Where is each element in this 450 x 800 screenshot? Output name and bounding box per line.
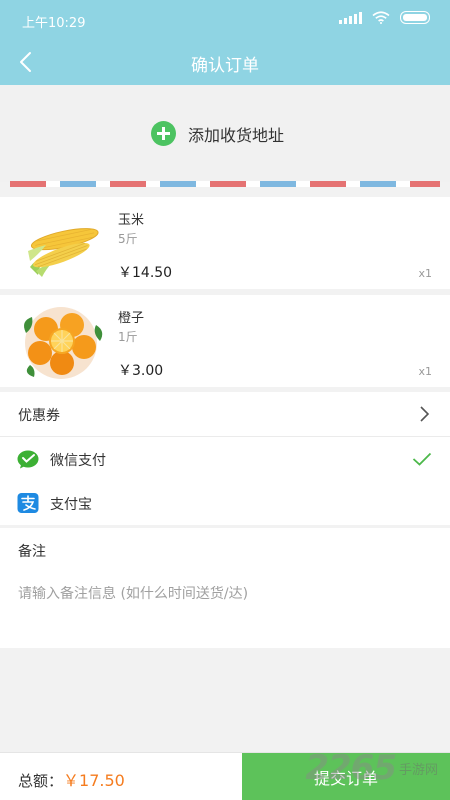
submit-order-button[interactable]: 提交订单 [242, 753, 450, 800]
total-label: 总额： [18, 772, 64, 790]
wechat-pay-icon [17, 450, 39, 469]
signal-icon [339, 11, 362, 24]
product-name: 玉米 [118, 213, 145, 228]
bottom-bar: 总额：￥17.50 提交订单 [0, 752, 450, 800]
product-item[interactable]: 玉米 5斤 ￥14.50 x1 [0, 197, 450, 289]
remark-row: 备注 [0, 528, 450, 572]
nav-bar: 确认订单 [0, 40, 450, 85]
payment-label: 微信支付 [50, 453, 106, 469]
add-address-button[interactable]: 添加收货地址 [151, 121, 284, 146]
battery-icon [400, 11, 430, 24]
product-price: ￥14.50 [118, 265, 173, 281]
coupon-label: 优惠券 [18, 408, 60, 424]
remark-input[interactable] [18, 586, 438, 602]
payment-label: 支付宝 [50, 497, 92, 513]
add-address-label: 添加收货地址 [188, 125, 285, 145]
payment-option-wechat[interactable]: 微信支付 [0, 437, 450, 481]
product-price: ￥3.00 [118, 363, 164, 379]
total: 总额：￥17.50 [18, 767, 125, 791]
address-section: 添加收货地址 [0, 85, 450, 182]
product-spec: 5斤 [118, 232, 138, 246]
coupon-row[interactable]: 优惠券 [0, 392, 450, 436]
product-item[interactable]: 橙子 1斤 ￥3.00 x1 [0, 295, 450, 387]
corn-image [28, 228, 99, 277]
status-time: 上午10:29 [22, 16, 86, 31]
plus-circle-icon [151, 121, 176, 146]
chevron-right-icon [420, 406, 430, 422]
checkmark-icon [412, 452, 432, 466]
orange-image [24, 307, 103, 379]
product-spec: 1斤 [118, 330, 138, 344]
wifi-icon [372, 11, 390, 24]
product-qty: x1 [418, 365, 432, 378]
remark-label: 备注 [18, 544, 46, 560]
product-qty: x1 [418, 267, 432, 280]
status-icons [339, 11, 430, 24]
page-title: 确认订单 [191, 56, 259, 76]
alipay-icon [17, 493, 39, 513]
remark-section [0, 572, 450, 648]
total-amount: ￥17.50 [63, 771, 125, 790]
payment-option-alipay[interactable]: 支付宝 [0, 481, 450, 525]
product-name: 橙子 [118, 311, 145, 326]
status-bar: 上午10:29 [0, 0, 450, 40]
envelope-stripe [10, 181, 440, 187]
